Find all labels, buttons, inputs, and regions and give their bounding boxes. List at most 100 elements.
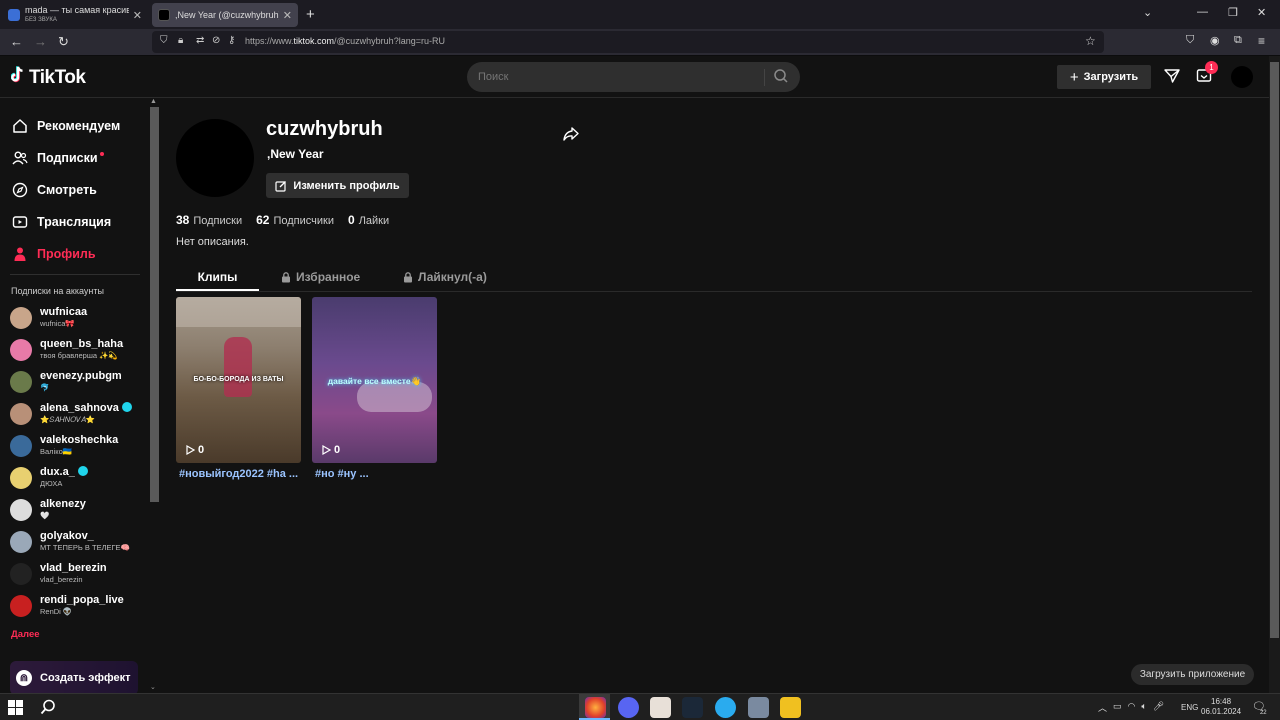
language-indicator[interactable]: ENG bbox=[1181, 703, 1198, 712]
tray-chevron-icon[interactable]: ︿ bbox=[1098, 701, 1107, 714]
video-caption: давайте все вместе👋 bbox=[327, 376, 422, 386]
video-title[interactable]: #но #ну ... bbox=[315, 468, 369, 480]
followers-count[interactable]: 62 Подписчики bbox=[256, 213, 334, 227]
create-effect-button[interactable]: ⋒ Создать эффект bbox=[10, 661, 138, 695]
new-tab-icon[interactable]: + bbox=[306, 6, 315, 23]
see-more-link[interactable]: Далее bbox=[11, 629, 40, 640]
tab-favorites[interactable]: Избранное bbox=[281, 270, 360, 284]
bookmark-star-icon[interactable]: ☆ bbox=[1085, 34, 1096, 48]
back-icon[interactable]: ← bbox=[10, 34, 23, 49]
send-icon[interactable] bbox=[1164, 68, 1180, 84]
search-icon[interactable] bbox=[773, 68, 789, 84]
close-tab-icon[interactable]: ✕ bbox=[279, 9, 292, 22]
profile-avatar[interactable] bbox=[176, 119, 254, 197]
taskbar-search-icon[interactable] bbox=[40, 699, 56, 715]
reload-icon[interactable]: ↻ bbox=[58, 34, 69, 50]
nav-explore[interactable]: Смотреть bbox=[12, 179, 97, 201]
sidebar-scrollbar[interactable] bbox=[150, 107, 159, 502]
followed-account[interactable]: dux.a_ ДЮХА bbox=[10, 464, 150, 492]
lock-icon[interactable]: 🔒︎ bbox=[178, 35, 183, 46]
account-icon[interactable]: ◉ bbox=[1210, 34, 1220, 47]
minimize-icon[interactable]: — bbox=[1197, 6, 1208, 18]
nav-for-you[interactable]: Рекомендуем bbox=[12, 115, 120, 137]
scroll-down-icon[interactable]: ⌄ bbox=[150, 683, 156, 691]
tabs-divider bbox=[176, 291, 1252, 292]
following-count[interactable]: 38 Подписки bbox=[176, 213, 242, 227]
nav-profile[interactable]: Профиль bbox=[12, 243, 96, 265]
firefox-icon[interactable] bbox=[585, 697, 606, 718]
browser-tab-tiktok[interactable]: ,New Year (@cuzwhybruh) | Tik ✕ bbox=[152, 3, 298, 27]
address-bar[interactable]: ⛉ 🔒︎ ⇄ ⊘ ⚷ https://www.tiktok.com/@cuzwh… bbox=[152, 31, 1104, 53]
extensions-icon[interactable]: ⧉ bbox=[1234, 34, 1242, 47]
close-tab-icon[interactable]: ✕ bbox=[129, 9, 142, 22]
search-box[interactable] bbox=[467, 62, 800, 92]
browser-tab-music[interactable]: mada — ты самая красивая (s БЕЗ ЗВУКА ✕ bbox=[2, 3, 148, 27]
followed-account[interactable]: valekoshechka Валiко🇺🇦 bbox=[10, 432, 150, 460]
followed-account[interactable]: alena_sahnova ⭐𝑆𝐴𝐻𝑁𝑂𝑉𝐴⭐ bbox=[10, 400, 150, 428]
tab-subtitle: БЕЗ ЗВУКА bbox=[25, 17, 57, 23]
upload-button[interactable]: + Загрузить bbox=[1057, 65, 1151, 89]
followed-account[interactable]: golyakov_ МТ ТЕПЕРЬ В ТЕЛЕГЕ🧠 bbox=[10, 528, 150, 556]
browser-tab-bar: mada — ты самая красивая (s БЕЗ ЗВУКА ✕ … bbox=[0, 0, 1280, 29]
discord-icon[interactable] bbox=[618, 697, 639, 718]
inbox-badge: 1 bbox=[1205, 61, 1218, 74]
followed-account[interactable]: evenezy.pubgm 🐬 bbox=[10, 368, 150, 396]
tab-liked[interactable]: Лайкнул(-а) bbox=[403, 270, 487, 284]
network-icon[interactable]: ▭ bbox=[1113, 701, 1122, 714]
account-name: wufnicaa bbox=[40, 306, 88, 318]
pocket-icon[interactable]: ⛉ bbox=[1186, 34, 1194, 47]
menu-icon[interactable]: ≡ bbox=[1258, 34, 1265, 48]
scroll-up-icon[interactable]: ▲ bbox=[150, 98, 157, 105]
list-all-tabs-icon[interactable]: ⌄ bbox=[1143, 6, 1152, 19]
mic-icon[interactable]: 🎤︎ bbox=[1153, 701, 1164, 714]
permissions-icon[interactable]: ⇄ bbox=[196, 35, 204, 46]
volume-icon[interactable]: 🔈︎ bbox=[1141, 701, 1146, 714]
notifications-icon[interactable]: 🗨︎22 bbox=[1252, 700, 1273, 716]
telegram-icon[interactable] bbox=[715, 697, 736, 718]
followed-account[interactable]: queen_bs_haha твоя бравлерша ✨💫 bbox=[10, 336, 150, 364]
followed-account[interactable]: alkenezy 🤍 bbox=[10, 496, 150, 524]
get-app-button[interactable]: Загрузить приложение bbox=[1131, 664, 1254, 685]
people-icon bbox=[12, 151, 28, 165]
share-icon[interactable] bbox=[563, 126, 579, 142]
key-icon[interactable]: ⚷ bbox=[228, 35, 235, 46]
video-card[interactable]: давайте все вместе👋 0 bbox=[312, 297, 437, 463]
following-accounts-heading: Подписки на аккаунты bbox=[11, 286, 104, 296]
video-title[interactable]: #новыйгод2022 #ha ... bbox=[179, 468, 298, 480]
autoplay-blocked-icon[interactable]: ⊘ bbox=[212, 35, 220, 46]
account-avatar bbox=[10, 403, 32, 425]
shield-icon[interactable]: ⛉ bbox=[160, 35, 168, 46]
tiktok-logo[interactable]: TikTok bbox=[11, 66, 86, 89]
search-input[interactable] bbox=[467, 62, 762, 92]
app-icon[interactable] bbox=[780, 697, 801, 718]
close-window-icon[interactable]: ✕ bbox=[1257, 6, 1266, 19]
account-description: wufnica🎀 bbox=[40, 319, 75, 328]
edit-profile-button[interactable]: Изменить профиль bbox=[266, 173, 409, 198]
tab-title: mada — ты самая красивая (s bbox=[25, 5, 129, 15]
steam-icon[interactable] bbox=[682, 697, 703, 718]
tab-videos[interactable]: Клипы bbox=[176, 270, 259, 284]
clock[interactable]: 16:48 06.01.2024 bbox=[1201, 697, 1241, 717]
tiktok-favicon-icon bbox=[158, 9, 170, 21]
nav-live[interactable]: Трансляция bbox=[12, 211, 111, 233]
windows-start-icon[interactable] bbox=[8, 700, 23, 715]
explorer-icon[interactable] bbox=[748, 697, 769, 718]
edit-icon bbox=[275, 180, 287, 192]
followed-account[interactable]: wufnicaa wufnica🎀 bbox=[10, 304, 150, 332]
image-app-icon[interactable] bbox=[650, 697, 671, 718]
lock-icon bbox=[404, 271, 412, 282]
user-avatar[interactable] bbox=[1231, 66, 1253, 88]
account-description: RenDi 👽 bbox=[40, 607, 73, 616]
forward-icon[interactable]: → bbox=[34, 34, 47, 49]
video-caption: БО-БО-БОРОДА ИЗ ВАТЫ bbox=[193, 376, 284, 383]
wifi-icon[interactable]: ◠ bbox=[1128, 701, 1136, 714]
nav-following[interactable]: Подписки bbox=[12, 147, 104, 169]
followed-account[interactable]: rendi_popa_live RenDi 👽 bbox=[10, 592, 150, 620]
account-description: МТ ТЕПЕРЬ В ТЕЛЕГЕ🧠 bbox=[40, 543, 130, 552]
followed-account[interactable]: vlad_berezin vlad_berezin bbox=[10, 560, 150, 588]
video-card[interactable]: БО-БО-БОРОДА ИЗ ВАТЫ 0 bbox=[176, 297, 301, 463]
page-scrollbar[interactable] bbox=[1270, 62, 1279, 638]
account-name: vlad_berezin bbox=[40, 562, 107, 574]
maximize-icon[interactable]: ❐ bbox=[1228, 6, 1238, 19]
video-views: 0 bbox=[186, 444, 204, 456]
